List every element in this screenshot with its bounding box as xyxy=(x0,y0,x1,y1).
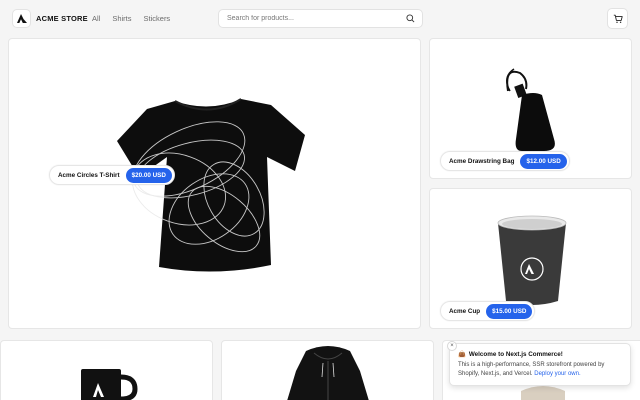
price-label: Acme Circles T-Shirt $20.00 USD xyxy=(49,165,175,185)
product-price: $15.00 USD xyxy=(486,303,533,319)
cart-icon xyxy=(613,14,623,23)
hoodie-image xyxy=(287,346,369,400)
store-name[interactable]: ACME STORE xyxy=(36,14,88,23)
search-icon[interactable] xyxy=(406,14,415,23)
toast-title-text: Welcome to Next.js Commerce! xyxy=(468,350,563,358)
product-name: Acme Drawstring Bag xyxy=(449,157,515,165)
bag-icon: 👜 xyxy=(458,351,466,358)
search-input[interactable] xyxy=(227,15,397,22)
toast-body: This is a high-performance, SSR storefro… xyxy=(458,361,622,378)
deploy-link[interactable]: Deploy your own. xyxy=(534,371,580,377)
product-tile-mug[interactable] xyxy=(0,340,213,400)
product-price: $20.00 USD xyxy=(125,167,172,183)
logo-button[interactable] xyxy=(12,9,31,28)
price-label: Acme Cup $15.00 USD xyxy=(440,301,536,321)
close-icon[interactable]: × xyxy=(447,341,457,351)
main-menu: All Shirts Stickers xyxy=(92,14,170,23)
product-price: $12.00 USD xyxy=(520,153,567,169)
storefront-page: ACME STORE All Shirts Stickers Search fo… xyxy=(0,0,640,400)
price-label: Acme Drawstring Bag $12.00 USD xyxy=(440,151,570,171)
search-bar xyxy=(218,9,423,28)
mug-image xyxy=(81,369,138,400)
welcome-toast: × 👜 Welcome to Next.js Commerce! This is… xyxy=(447,341,631,386)
menu-item-stickers[interactable]: Stickers xyxy=(144,14,171,23)
product-name: Acme Cup xyxy=(449,307,481,315)
product-tile-hoodie[interactable] xyxy=(221,340,434,400)
top-navbar: ACME STORE All Shirts Stickers xyxy=(0,0,640,38)
toast-title: 👜 Welcome to Next.js Commerce! xyxy=(458,350,622,359)
product-tile-cup[interactable]: Acme Cup $15.00 USD xyxy=(429,188,632,329)
acme-logo-icon xyxy=(16,14,27,23)
menu-item-all[interactable]: All xyxy=(92,14,100,23)
toast-message: This is a high-performance, SSR storefro… xyxy=(458,362,605,377)
product-tile-drawstring-bag[interactable]: Acme Drawstring Bag $12.00 USD xyxy=(429,38,632,179)
product-name: Acme Circles T-Shirt xyxy=(58,171,120,179)
cart-button[interactable] xyxy=(607,8,628,29)
menu-item-shirts[interactable]: Shirts xyxy=(112,14,131,23)
product-tile-tshirt[interactable]: Acme Circles T-Shirt $20.00 USD xyxy=(8,38,421,329)
